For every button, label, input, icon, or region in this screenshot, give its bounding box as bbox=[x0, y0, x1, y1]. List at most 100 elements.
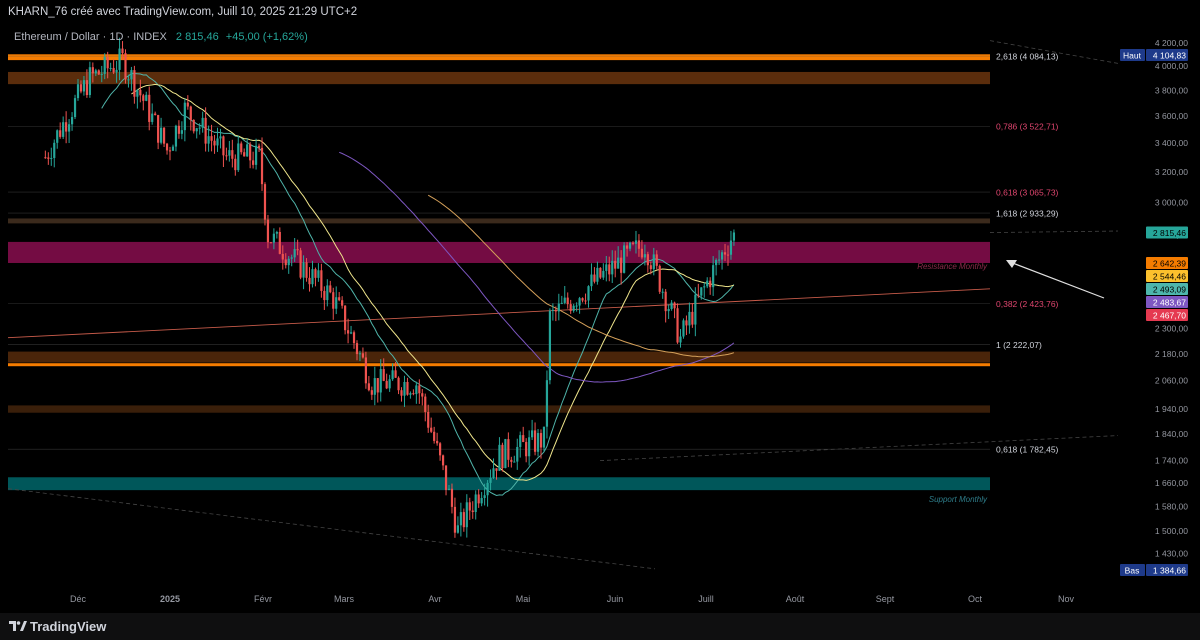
candle bbox=[272, 233, 275, 243]
candle bbox=[142, 95, 145, 101]
level-label: 0,618 (3 065,73) bbox=[996, 188, 1059, 198]
candle bbox=[691, 311, 694, 325]
candle bbox=[219, 136, 222, 139]
candle bbox=[652, 254, 655, 270]
candle bbox=[459, 512, 462, 526]
candle bbox=[723, 252, 727, 255]
candle bbox=[640, 248, 644, 258]
candle bbox=[180, 130, 183, 134]
candle bbox=[44, 157, 47, 159]
candle bbox=[536, 433, 540, 452]
candle bbox=[483, 495, 486, 499]
candle bbox=[542, 426, 546, 448]
legend-price: 2 815,46 bbox=[175, 31, 219, 43]
candle bbox=[551, 309, 554, 311]
level-label: 0,618 (1 782,45) bbox=[996, 445, 1059, 455]
chart-area[interactable]: 2,618 (4 084,13) 0,786 (3 522,71) 0,618 (3… bbox=[0, 26, 1200, 613]
candle bbox=[447, 488, 451, 490]
candle bbox=[139, 89, 142, 96]
candle bbox=[418, 385, 421, 394]
candle bbox=[441, 455, 445, 466]
candle bbox=[717, 259, 721, 261]
time-tick: Août bbox=[786, 594, 805, 604]
candle bbox=[712, 265, 715, 288]
candle bbox=[275, 231, 278, 234]
price-tick: 1 840,00 bbox=[1155, 429, 1188, 439]
candle bbox=[284, 259, 287, 266]
candle bbox=[444, 465, 448, 490]
candle bbox=[587, 286, 590, 301]
candle bbox=[346, 330, 350, 334]
candle bbox=[563, 297, 566, 303]
band-1940 bbox=[8, 405, 990, 413]
candle bbox=[498, 444, 501, 471]
price-badge-label: Bas bbox=[1125, 566, 1140, 576]
candle bbox=[729, 240, 733, 255]
candle bbox=[391, 370, 394, 380]
candle bbox=[486, 482, 489, 496]
candle bbox=[88, 67, 91, 96]
candle bbox=[528, 437, 531, 457]
candle bbox=[216, 138, 219, 146]
candle bbox=[709, 280, 712, 288]
candle bbox=[492, 468, 495, 478]
price-tick: 1 940,00 bbox=[1155, 404, 1188, 414]
candle bbox=[424, 396, 427, 412]
price-chart[interactable]: 2,618 (4 084,13) 0,786 (3 522,71) 0,618 (3… bbox=[0, 26, 1200, 613]
candle bbox=[628, 242, 632, 249]
candle bbox=[726, 254, 730, 256]
time-tick: Avr bbox=[428, 594, 441, 604]
candle bbox=[148, 94, 151, 122]
candle bbox=[189, 106, 192, 120]
candle bbox=[602, 270, 605, 278]
candle bbox=[688, 311, 691, 326]
candle bbox=[625, 245, 629, 249]
orange-line-2135 bbox=[8, 363, 990, 367]
candle bbox=[165, 143, 169, 151]
price-tick: 2 300,00 bbox=[1155, 323, 1188, 333]
price-badge-label: Haut bbox=[1123, 51, 1142, 61]
candle bbox=[278, 231, 281, 254]
candle bbox=[94, 70, 97, 74]
candle bbox=[124, 53, 127, 80]
resistance-monthly-zone bbox=[8, 241, 990, 263]
candle bbox=[715, 259, 718, 266]
candle bbox=[611, 260, 614, 275]
candle bbox=[370, 390, 373, 395]
candle bbox=[254, 145, 258, 165]
price-tick: 2 180,00 bbox=[1155, 349, 1188, 359]
candle bbox=[136, 89, 139, 97]
candle bbox=[240, 143, 243, 153]
candle bbox=[694, 294, 697, 325]
candle bbox=[453, 506, 457, 533]
candle bbox=[450, 488, 454, 507]
candle bbox=[477, 494, 480, 504]
support-monthly-zone bbox=[8, 477, 990, 491]
candle bbox=[97, 70, 100, 75]
ma-30-line bbox=[131, 83, 735, 481]
candle bbox=[480, 498, 483, 504]
candle bbox=[162, 127, 166, 144]
candle bbox=[504, 439, 507, 469]
candle bbox=[599, 267, 602, 278]
candle bbox=[620, 257, 623, 273]
candle bbox=[670, 302, 673, 309]
candle bbox=[296, 249, 299, 251]
candle bbox=[133, 70, 136, 97]
price-tick: 4 000,00 bbox=[1155, 61, 1188, 71]
candle bbox=[584, 300, 587, 302]
candle bbox=[682, 320, 685, 337]
candle bbox=[183, 102, 186, 131]
candle bbox=[421, 393, 424, 397]
time-tick: Nov bbox=[1058, 594, 1075, 604]
time-tick: Oct bbox=[968, 594, 983, 604]
candle bbox=[522, 435, 525, 442]
candle bbox=[634, 240, 638, 244]
candle bbox=[430, 427, 433, 432]
candle bbox=[655, 254, 658, 266]
candle bbox=[195, 128, 198, 132]
trendline-mid bbox=[599, 431, 1200, 462]
candle bbox=[213, 140, 216, 146]
candle bbox=[545, 380, 549, 427]
candle bbox=[207, 136, 210, 144]
